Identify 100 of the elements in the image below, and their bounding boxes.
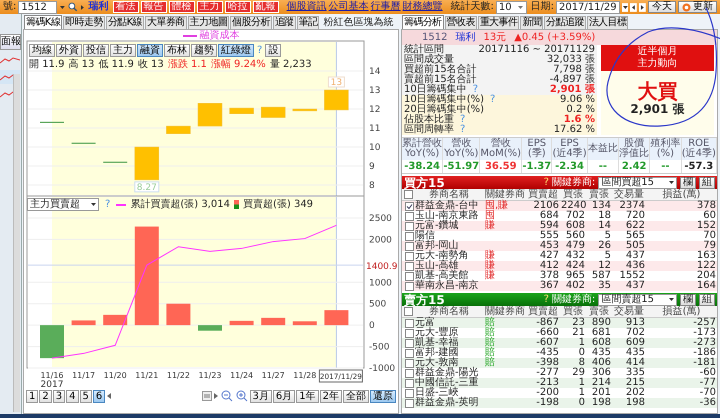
tab[interactable]: 主力地圖 — [188, 16, 230, 29]
table-row[interactable]: 富邦-岡山 453 479 26 505 79 — [402, 241, 717, 251]
column-header[interactable]: 券商名稱 — [414, 306, 484, 318]
caret-icon[interactable] — [80, 4, 85, 10]
search-icon[interactable] — [68, 2, 78, 12]
checkbox[interactable] — [405, 339, 414, 348]
page-button[interactable]: 6 — [92, 390, 106, 402]
checkbox[interactable] — [405, 272, 414, 281]
toolbar-link[interactable]: 公司基本 — [328, 1, 369, 13]
indicator-button[interactable]: 主力 — [110, 44, 136, 57]
page-button[interactable]: 3 — [52, 390, 66, 402]
today-button[interactable]: 今天 — [648, 1, 676, 13]
column-header[interactable]: 賣張 — [586, 189, 612, 201]
checkbox[interactable] — [405, 252, 414, 261]
indicator-button[interactable]: 融資 — [137, 44, 163, 57]
tab[interactable]: 籌碼K線 — [24, 15, 62, 29]
table-row[interactable]: 玉山-南京東路 囤 684 702 18 720 60 — [402, 211, 717, 221]
checkbox[interactable] — [405, 282, 414, 291]
zoom-out-icon[interactable] — [220, 390, 234, 402]
column-header[interactable]: 賣張 — [586, 306, 612, 318]
column-header[interactable]: 交易量 — [612, 306, 646, 318]
toolbar-link[interactable]: 行事曆 — [370, 1, 401, 13]
table-row[interactable]: 日盛-三峽 -200 1 201 202 -70 — [402, 388, 717, 398]
tab[interactable]: 即時走勢 — [63, 16, 105, 29]
indicator-button[interactable]: 投信 — [83, 44, 109, 57]
checkbox[interactable] — [405, 232, 414, 241]
tab[interactable]: 大單券商 — [144, 16, 187, 29]
table-row[interactable]: 元富-鑽城 賺 594 608 14 622 152 — [402, 221, 717, 231]
checkbox[interactable] — [405, 242, 414, 251]
table-row[interactable]: 中國信託-三重 -213 1 214 215 -77 — [402, 378, 717, 388]
checkbox[interactable] — [405, 389, 414, 398]
date-field[interactable]: 2017/11/29 — [556, 0, 620, 14]
tab[interactable]: 營收表 — [444, 16, 477, 29]
column-header[interactable]: 買張 — [560, 189, 586, 201]
checkbox[interactable] — [405, 379, 414, 388]
checkbox[interactable] — [405, 329, 414, 338]
table-row[interactable]: 元大-南勢角 賺 427 432 5 437 163 — [402, 251, 717, 261]
tab[interactable]: 分點K線 — [106, 16, 144, 29]
page-button[interactable]: 5 — [80, 390, 92, 402]
range-button[interactable]: 6月 — [272, 390, 296, 402]
table-row[interactable]: 元富 賠 -867 23 890 913 -257 — [402, 318, 717, 328]
page-button[interactable]: 4 — [66, 390, 78, 402]
checkbox[interactable] — [405, 222, 414, 231]
table-row[interactable]: 富邦-建國 賠 -435 0 435 435 -186 — [402, 348, 717, 358]
page-button[interactable]: 2 — [39, 390, 52, 402]
zoom-in-icon[interactable] — [234, 390, 248, 402]
stock-name[interactable]: 瑞利 — [455, 32, 476, 44]
table-row[interactable]: 玉山-高雄 賺 412 424 12 436 122 — [402, 261, 717, 271]
indicator-button[interactable]: 均線 — [29, 44, 55, 57]
table-button[interactable]: 組 — [699, 294, 715, 306]
table-button[interactable]: 組 — [699, 176, 715, 188]
indicator-button[interactable]: 趨勢 — [191, 44, 217, 57]
table-row[interactable]: 元大-豐原 賠 -660 21 681 702 -173 — [402, 328, 717, 338]
help-icon[interactable]: ? — [544, 176, 549, 188]
range-button[interactable]: 2年 — [320, 390, 342, 402]
scrollbar[interactable] — [13, 74, 20, 412]
dropdown-icon[interactable] — [59, 4, 66, 10]
tab[interactable]: 追蹤 — [272, 16, 296, 29]
table-row[interactable]: 群益金鼎-台中 囤,賺 2106 2240 134 2374 378 — [402, 201, 717, 211]
previous-icon[interactable] — [630, 2, 638, 12]
table-row[interactable]: 陽信 555 560 5 565 70 — [402, 231, 717, 241]
table-button[interactable]: 欄 — [680, 294, 696, 306]
column-header[interactable]: 買賣超 — [526, 306, 560, 318]
scroll-thumb-icon[interactable] — [202, 391, 212, 401]
caret-icon[interactable] — [668, 179, 675, 186]
tab[interactable]: 重大事件 — [478, 16, 520, 29]
checkbox[interactable] — [405, 202, 414, 211]
table-button[interactable]: 欄 — [680, 176, 696, 188]
caret-icon[interactable] — [668, 296, 675, 303]
range-button[interactable]: 1年 — [296, 390, 319, 402]
column-header[interactable]: 關鍵券商 — [484, 306, 526, 318]
stock-code-field[interactable]: 1512 — [18, 0, 58, 14]
table-row[interactable]: 群益金鼎-英明 -198 0 198 198 -36 — [402, 398, 717, 408]
table-row[interactable]: 凱基-幸福 賠 -607 1 608 609 -273 — [402, 338, 717, 348]
caret-icon[interactable] — [90, 201, 97, 208]
checkbox[interactable] — [405, 262, 414, 271]
tab[interactable]: 筆記 — [296, 16, 320, 29]
indicator-button[interactable]: 紅綠燈 — [218, 44, 254, 57]
range-button[interactable]: 還原 — [370, 390, 396, 402]
refresh-icon[interactable] — [682, 2, 691, 12]
refresh-button[interactable]: 更新 — [678, 1, 717, 13]
column-header[interactable]: 損益(萬) — [646, 306, 717, 318]
tab[interactable]: 分點追蹤 — [544, 16, 586, 29]
checkbox[interactable] — [405, 212, 414, 221]
column-header[interactable]: 交易量 — [612, 189, 646, 201]
tab[interactable]: 個股分析 — [230, 16, 272, 29]
indicator-button[interactable]: 布林 — [164, 44, 190, 57]
checkbox[interactable] — [405, 319, 414, 328]
page-button[interactable]: 1 — [26, 390, 38, 402]
indicator-button[interactable]: 外資 — [56, 44, 82, 57]
column-header[interactable]: 關鍵券商 — [484, 189, 526, 201]
range-button[interactable]: 3月 — [250, 390, 272, 402]
column-header[interactable]: 買賣超 — [526, 189, 560, 201]
checkbox[interactable] — [405, 369, 414, 378]
checkbox[interactable] — [405, 399, 414, 408]
column-header[interactable]: 買張 — [560, 306, 586, 318]
table-row[interactable]: 群益金鼎-陽光 -277 29 306 335 -60 — [402, 368, 717, 378]
tab[interactable]: 法人目標 — [586, 16, 628, 29]
indicator-select[interactable]: 主力買賣超 — [27, 198, 99, 211]
side-button[interactable]: 面報 — [0, 34, 21, 50]
